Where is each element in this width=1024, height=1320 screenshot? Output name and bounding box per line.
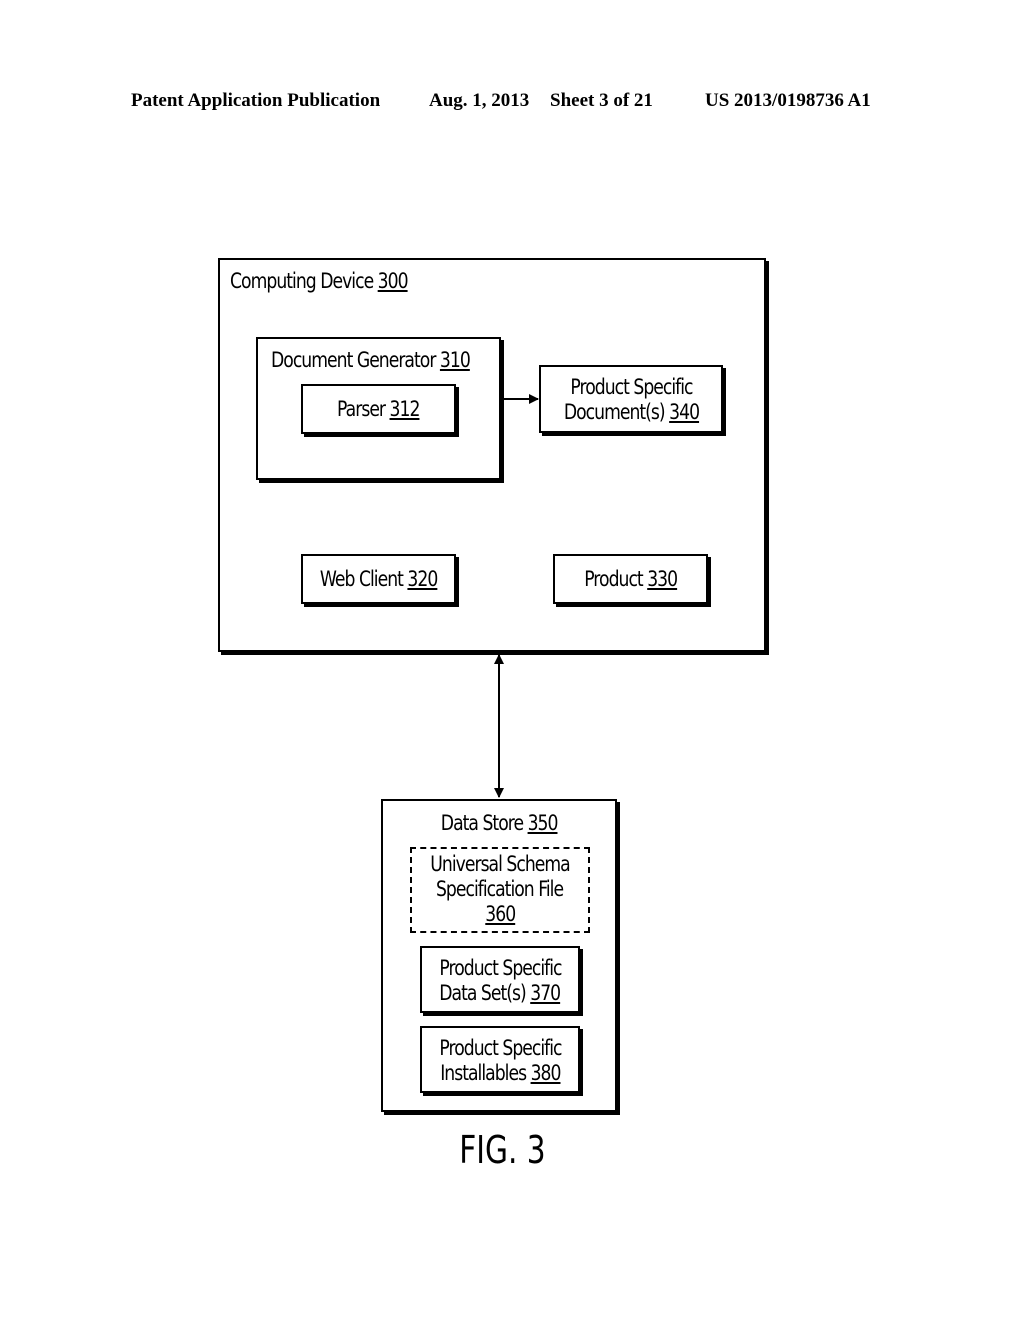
figure-label: FIG. 3 (458, 1128, 546, 1172)
connectors (494, 394, 539, 798)
